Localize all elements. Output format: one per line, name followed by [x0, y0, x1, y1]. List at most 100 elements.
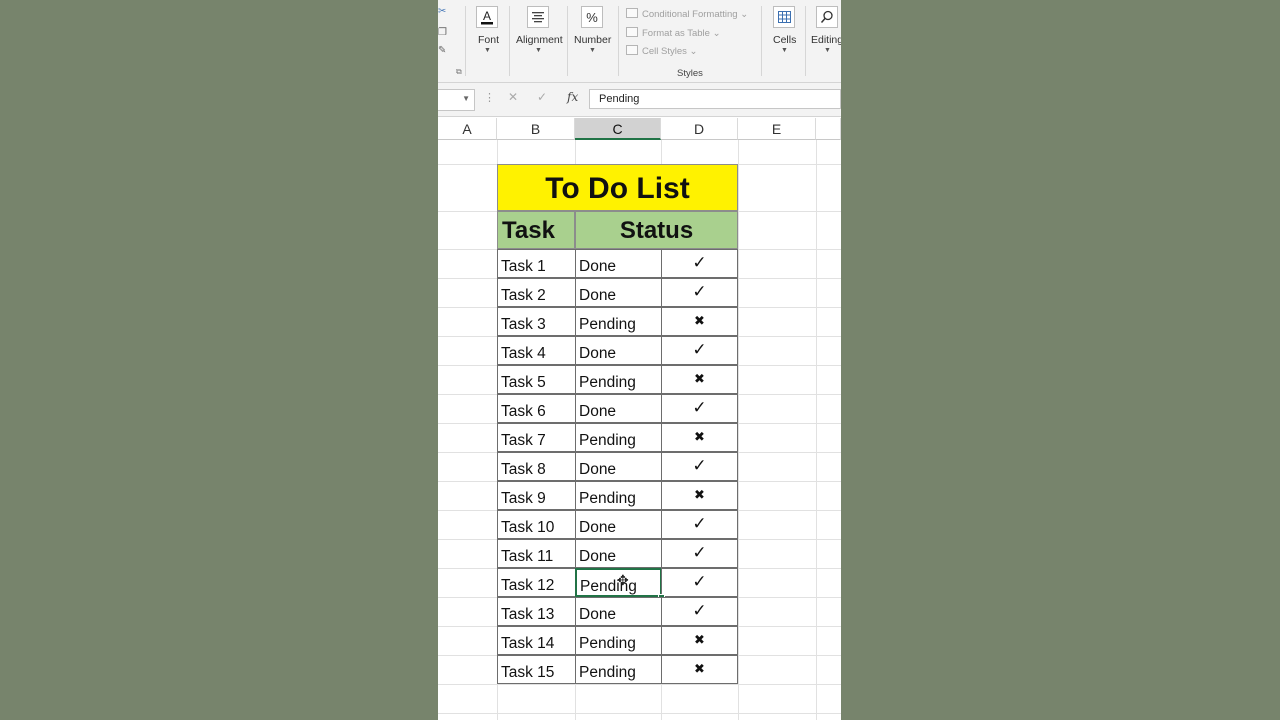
status-cell[interactable]: Done — [575, 539, 662, 568]
formula-bar: ▼ ⋮ ✕ ✓ fx Pending — [438, 83, 841, 117]
svg-text:A: A — [483, 9, 491, 23]
task-cell[interactable]: Task 8 — [497, 452, 576, 481]
cut-icon[interactable]: ✂ — [438, 6, 446, 17]
cross-icon[interactable]: ✖ — [661, 481, 738, 510]
copy-icon[interactable]: ❐ — [438, 27, 447, 38]
task-cell[interactable]: Task 12 — [497, 568, 576, 597]
status-cell[interactable]: Done — [575, 249, 662, 278]
checkmark-icon[interactable]: ✓ — [661, 452, 738, 481]
ribbon-separator — [761, 6, 762, 76]
align-lines-icon — [527, 6, 549, 28]
status-cell[interactable]: Pending — [575, 481, 662, 510]
cell-styles-label: Cell Styles — [642, 46, 687, 57]
ribbon-separator — [805, 6, 806, 76]
task-cell[interactable]: Task 6 — [497, 394, 576, 423]
enter-icon[interactable]: ✓ — [537, 90, 547, 104]
checkmark-icon[interactable]: ✓ — [661, 336, 738, 365]
styles-group-label: Styles — [677, 68, 703, 79]
task-header-cell[interactable]: Task — [497, 211, 575, 249]
conditional-formatting-label: Conditional Formatting — [642, 9, 738, 20]
ribbon-separator — [567, 6, 568, 76]
ribbon-separator — [618, 6, 619, 76]
chevron-down-icon[interactable]: ▼ — [462, 94, 470, 103]
grid-hline — [438, 684, 841, 685]
ribbon-separator — [509, 6, 510, 76]
status-header-cell[interactable]: Status — [575, 211, 738, 249]
checkmark-icon[interactable]: ✓ — [661, 278, 738, 307]
checkmark-icon[interactable]: ✓ — [661, 568, 738, 597]
cell-styles-icon — [626, 45, 638, 55]
task-cell[interactable]: Task 14 — [497, 626, 576, 655]
cross-icon[interactable]: ✖ — [661, 307, 738, 336]
insert-function-icon[interactable]: fx — [567, 90, 578, 104]
cross-icon[interactable]: ✖ — [661, 655, 738, 684]
cross-icon[interactable]: ✖ — [661, 423, 738, 452]
search-icon — [816, 6, 838, 28]
chevron-down-icon: ▼ — [535, 47, 542, 54]
cross-icon[interactable]: ✖ — [661, 626, 738, 655]
status-cell[interactable]: Done — [575, 278, 662, 307]
grip-dots-icon[interactable]: ⋮ — [484, 91, 495, 104]
percent-icon: % — [581, 6, 603, 28]
grid-vline — [738, 140, 739, 720]
task-cell[interactable]: Task 5 — [497, 365, 576, 394]
status-cell[interactable]: Done — [575, 394, 662, 423]
checkmark-icon[interactable]: ✓ — [661, 510, 738, 539]
status-cell[interactable]: Done — [575, 597, 662, 626]
title-cell[interactable]: To Do List — [497, 164, 738, 211]
task-cell[interactable]: Task 10 — [497, 510, 576, 539]
format-painter-icon[interactable]: ✎ — [438, 45, 446, 56]
task-cell[interactable]: Task 2 — [497, 278, 576, 307]
status-cell[interactable]: Done — [575, 452, 662, 481]
formula-input[interactable]: Pending — [589, 89, 841, 109]
grid-hline — [438, 713, 841, 714]
move-cursor-icon: ✥ — [617, 572, 629, 588]
ribbon-separator — [465, 6, 466, 76]
ribbon: ✂ ❐ ✎ ⧉ A Font ▼ Alignment ▼ % Number ▼ … — [438, 0, 841, 83]
task-cell[interactable]: Task 9 — [497, 481, 576, 510]
cross-icon[interactable]: ✖ — [661, 365, 738, 394]
chevron-down-icon: ▼ — [824, 47, 831, 54]
task-cell[interactable]: Task 1 — [497, 249, 576, 278]
task-cell[interactable]: Task 3 — [497, 307, 576, 336]
checkmark-icon[interactable]: ✓ — [661, 394, 738, 423]
chevron-down-icon: ▼ — [484, 47, 491, 54]
name-box[interactable]: ▼ — [438, 89, 475, 111]
column-header-b[interactable]: B — [497, 118, 575, 140]
clipboard-launcher-icon[interactable]: ⧉ — [456, 67, 462, 77]
task-cell[interactable]: Task 7 — [497, 423, 576, 452]
status-cell[interactable]: Done — [575, 336, 662, 365]
checkmark-icon[interactable]: ✓ — [661, 597, 738, 626]
column-header-f[interactable] — [816, 118, 841, 140]
cancel-icon[interactable]: ✕ — [508, 90, 518, 104]
status-cell[interactable]: Pending — [575, 626, 662, 655]
column-header-d[interactable]: D — [661, 118, 738, 140]
alignment-label: Alignment — [516, 34, 563, 46]
format-as-table-button[interactable]: Format as Table ⌄ — [626, 27, 721, 39]
conditional-formatting-button[interactable]: Conditional Formatting ⌄ — [626, 8, 748, 20]
editing-label: Editing — [811, 34, 841, 46]
column-header-a[interactable]: A — [438, 118, 497, 140]
excel-window: ✂ ❐ ✎ ⧉ A Font ▼ Alignment ▼ % Number ▼ … — [438, 0, 841, 720]
checkmark-icon[interactable]: ✓ — [661, 249, 738, 278]
status-cell[interactable]: Done — [575, 510, 662, 539]
number-label: Number — [574, 34, 612, 46]
task-cell[interactable]: Task 13 — [497, 597, 576, 626]
checkmark-icon[interactable]: ✓ — [661, 539, 738, 568]
font-color-icon: A — [476, 6, 498, 28]
status-cell[interactable]: Pending — [575, 365, 662, 394]
status-cell[interactable]: Pending — [575, 423, 662, 452]
chevron-down-icon: ▼ — [589, 47, 596, 54]
conditional-formatting-icon — [626, 8, 638, 18]
table-icon — [626, 27, 638, 37]
task-cell[interactable]: Task 15 — [497, 655, 576, 684]
cell-styles-button[interactable]: Cell Styles ⌄ — [626, 45, 697, 57]
column-header-e[interactable]: E — [738, 118, 816, 140]
format-as-table-label: Format as Table — [642, 28, 710, 39]
status-cell[interactable]: Pending — [575, 655, 662, 684]
column-header-c[interactable]: C — [575, 118, 661, 140]
task-cell[interactable]: Task 11 — [497, 539, 576, 568]
status-cell[interactable]: Pending — [575, 307, 662, 336]
task-cell[interactable]: Task 4 — [497, 336, 576, 365]
chevron-down-icon: ▼ — [781, 47, 788, 54]
